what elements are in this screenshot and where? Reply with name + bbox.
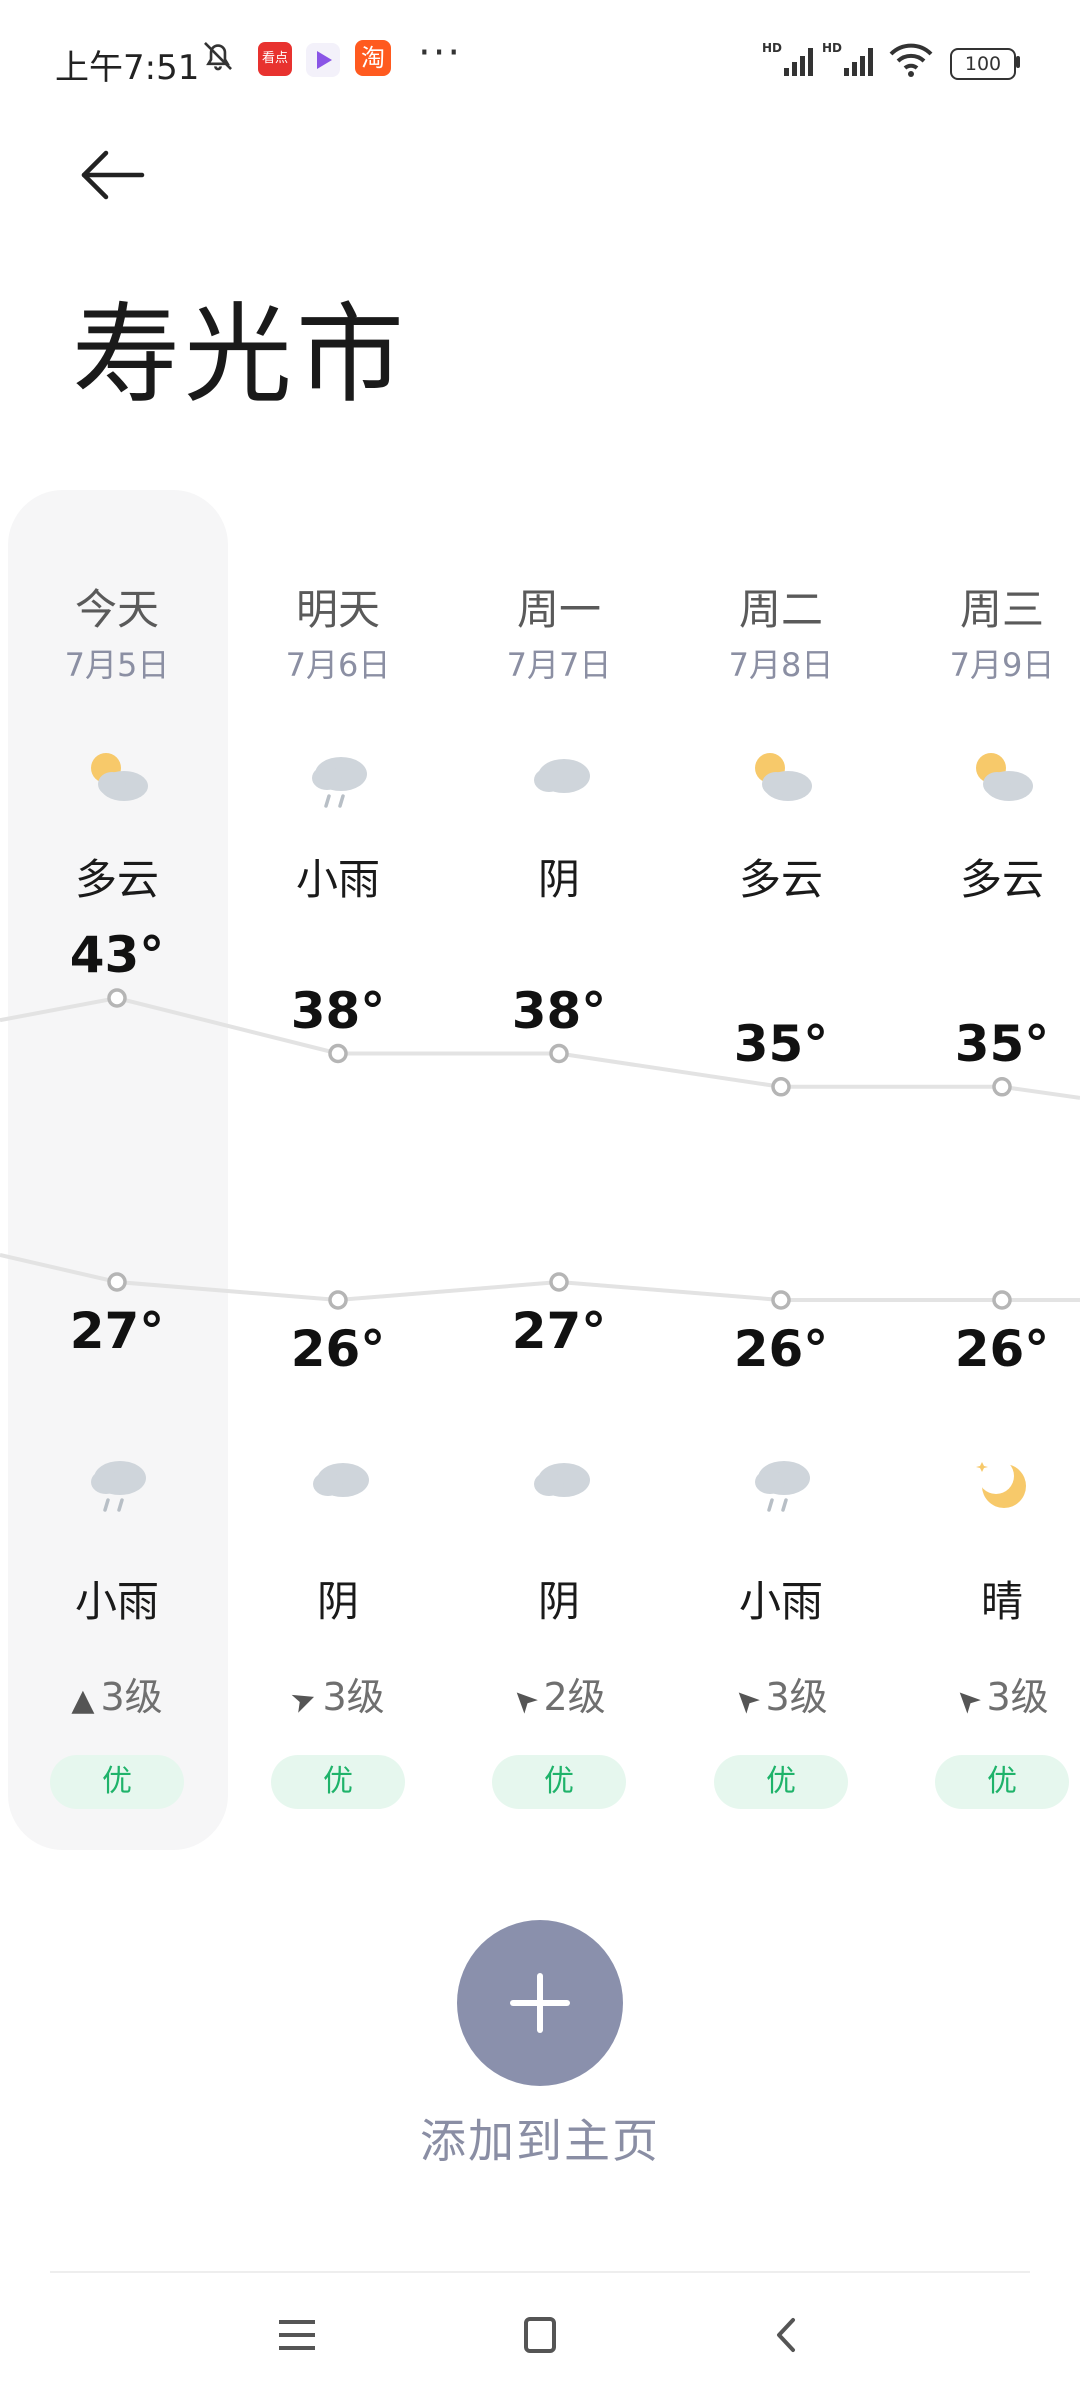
high-temp-line-point [549, 1043, 569, 1064]
date-label: 7月8日 [728, 646, 834, 684]
menu-icon[interactable] [247, 2300, 347, 2370]
rain-icon [671, 1452, 891, 1520]
temperature-trend-chart [0, 988, 1080, 1310]
aqi-badge: 优 [492, 1755, 626, 1809]
high-temp-line-point [992, 1077, 1012, 1097]
low-temp-line-point [107, 1272, 127, 1292]
back-arrow-icon[interactable] [70, 140, 160, 230]
signal-icon: HD [822, 41, 873, 76]
wind-level: ➤3级 [671, 1666, 891, 1722]
plus-icon [510, 1973, 570, 2033]
night-condition-label: 小雨 [738, 1577, 823, 1626]
moon-icon [892, 1452, 1080, 1520]
mute-bell-icon [204, 42, 232, 71]
day-condition-label: 多云 [738, 855, 823, 904]
date-label: 7月7日 [506, 646, 612, 684]
wind-level: ➤2级 [449, 1666, 669, 1722]
low-temp-line-point [549, 1272, 569, 1292]
wind-direction-icon: ▲ [71, 1683, 95, 1718]
wind-direction-icon: ➤ [946, 1679, 990, 1722]
date-label: 7月5日 [64, 646, 170, 684]
hd-label: HD [822, 41, 842, 55]
status-bar: 上午7:51 看点 淘 ··· HD HD 100 [0, 0, 1080, 120]
day-label: 今天 [74, 585, 159, 634]
rain-icon [7, 1452, 227, 1520]
more-notifications-icon: ··· [418, 30, 463, 76]
low-temp-line-point [328, 1290, 348, 1310]
day-label: 明天 [295, 585, 380, 634]
partly-cloudy-icon [7, 748, 227, 808]
wifi-icon [889, 43, 933, 77]
wind-level-text: 3级 [322, 1675, 385, 1719]
signal-icon: HD [762, 41, 813, 76]
night-condition-label: 阴 [316, 1577, 359, 1626]
hd-label: HD [762, 41, 782, 55]
wind-level-text: 2级 [543, 1675, 606, 1719]
day-label: 周三 [959, 585, 1044, 634]
partly-cloudy-icon [671, 748, 891, 808]
day-label: 周二 [738, 585, 823, 634]
battery-icon: 100 [950, 48, 1016, 80]
day-condition-label: 多云 [959, 855, 1044, 904]
day-label: 周一 [516, 585, 601, 634]
night-condition-label: 阴 [537, 1577, 580, 1626]
low-temp-line-point [771, 1290, 791, 1310]
home-icon[interactable] [490, 2300, 590, 2370]
cloudy-icon [449, 1452, 669, 1512]
add-to-home-label[interactable]: 添加到主页 [340, 2105, 740, 2171]
app-badge-taobao: 淘 [355, 40, 391, 76]
status-time: 上午7:51 [55, 48, 200, 88]
high-temp-line-point [107, 988, 127, 1008]
battery-tip [1016, 56, 1020, 68]
high-temp-line [0, 995, 1080, 1100]
wind-direction-icon: ➤ [503, 1679, 547, 1722]
cloudy-icon [228, 1452, 448, 1512]
high-temp-line-point [771, 1077, 791, 1097]
day-condition-label: 小雨 [295, 855, 380, 904]
wind-level-text: 3级 [986, 1675, 1049, 1719]
add-to-home-button[interactable] [457, 1920, 623, 2086]
aqi-badge: 优 [50, 1755, 184, 1809]
wind-level: ➤3级 [228, 1666, 448, 1721]
wind-level-text: 3级 [765, 1675, 828, 1719]
video-app-icon [306, 43, 340, 77]
wind-level: ▲ 3级 [7, 1666, 227, 1721]
wind-direction-icon: ➤ [286, 1679, 322, 1722]
night-condition-label: 小雨 [74, 1577, 159, 1626]
city-title: 寿光市 [72, 293, 409, 418]
aqi-badge: 优 [714, 1755, 848, 1809]
wind-level-text: 3级 [100, 1675, 163, 1719]
app-badge-kandian: 看点 [258, 42, 292, 76]
high-temp-line-point [328, 1043, 348, 1064]
back-icon[interactable] [737, 2300, 837, 2370]
wind-level: ➤3级 [892, 1666, 1080, 1722]
date-label: 7月9日 [949, 646, 1055, 684]
aqi-badge: 优 [935, 1755, 1069, 1809]
rain-icon [228, 748, 448, 816]
night-condition-label: 晴 [980, 1577, 1023, 1626]
nav-divider [50, 2271, 1030, 2273]
day-condition-label: 阴 [537, 855, 580, 904]
cloudy-icon [449, 748, 669, 808]
partly-cloudy-icon [892, 748, 1080, 808]
aqi-badge: 优 [271, 1755, 405, 1809]
date-label: 7月6日 [285, 646, 391, 684]
low-temp-line [0, 1253, 1080, 1303]
low-temp-line-point [992, 1290, 1012, 1310]
wind-direction-icon: ➤ [725, 1679, 769, 1722]
day-condition-label: 多云 [74, 855, 159, 904]
